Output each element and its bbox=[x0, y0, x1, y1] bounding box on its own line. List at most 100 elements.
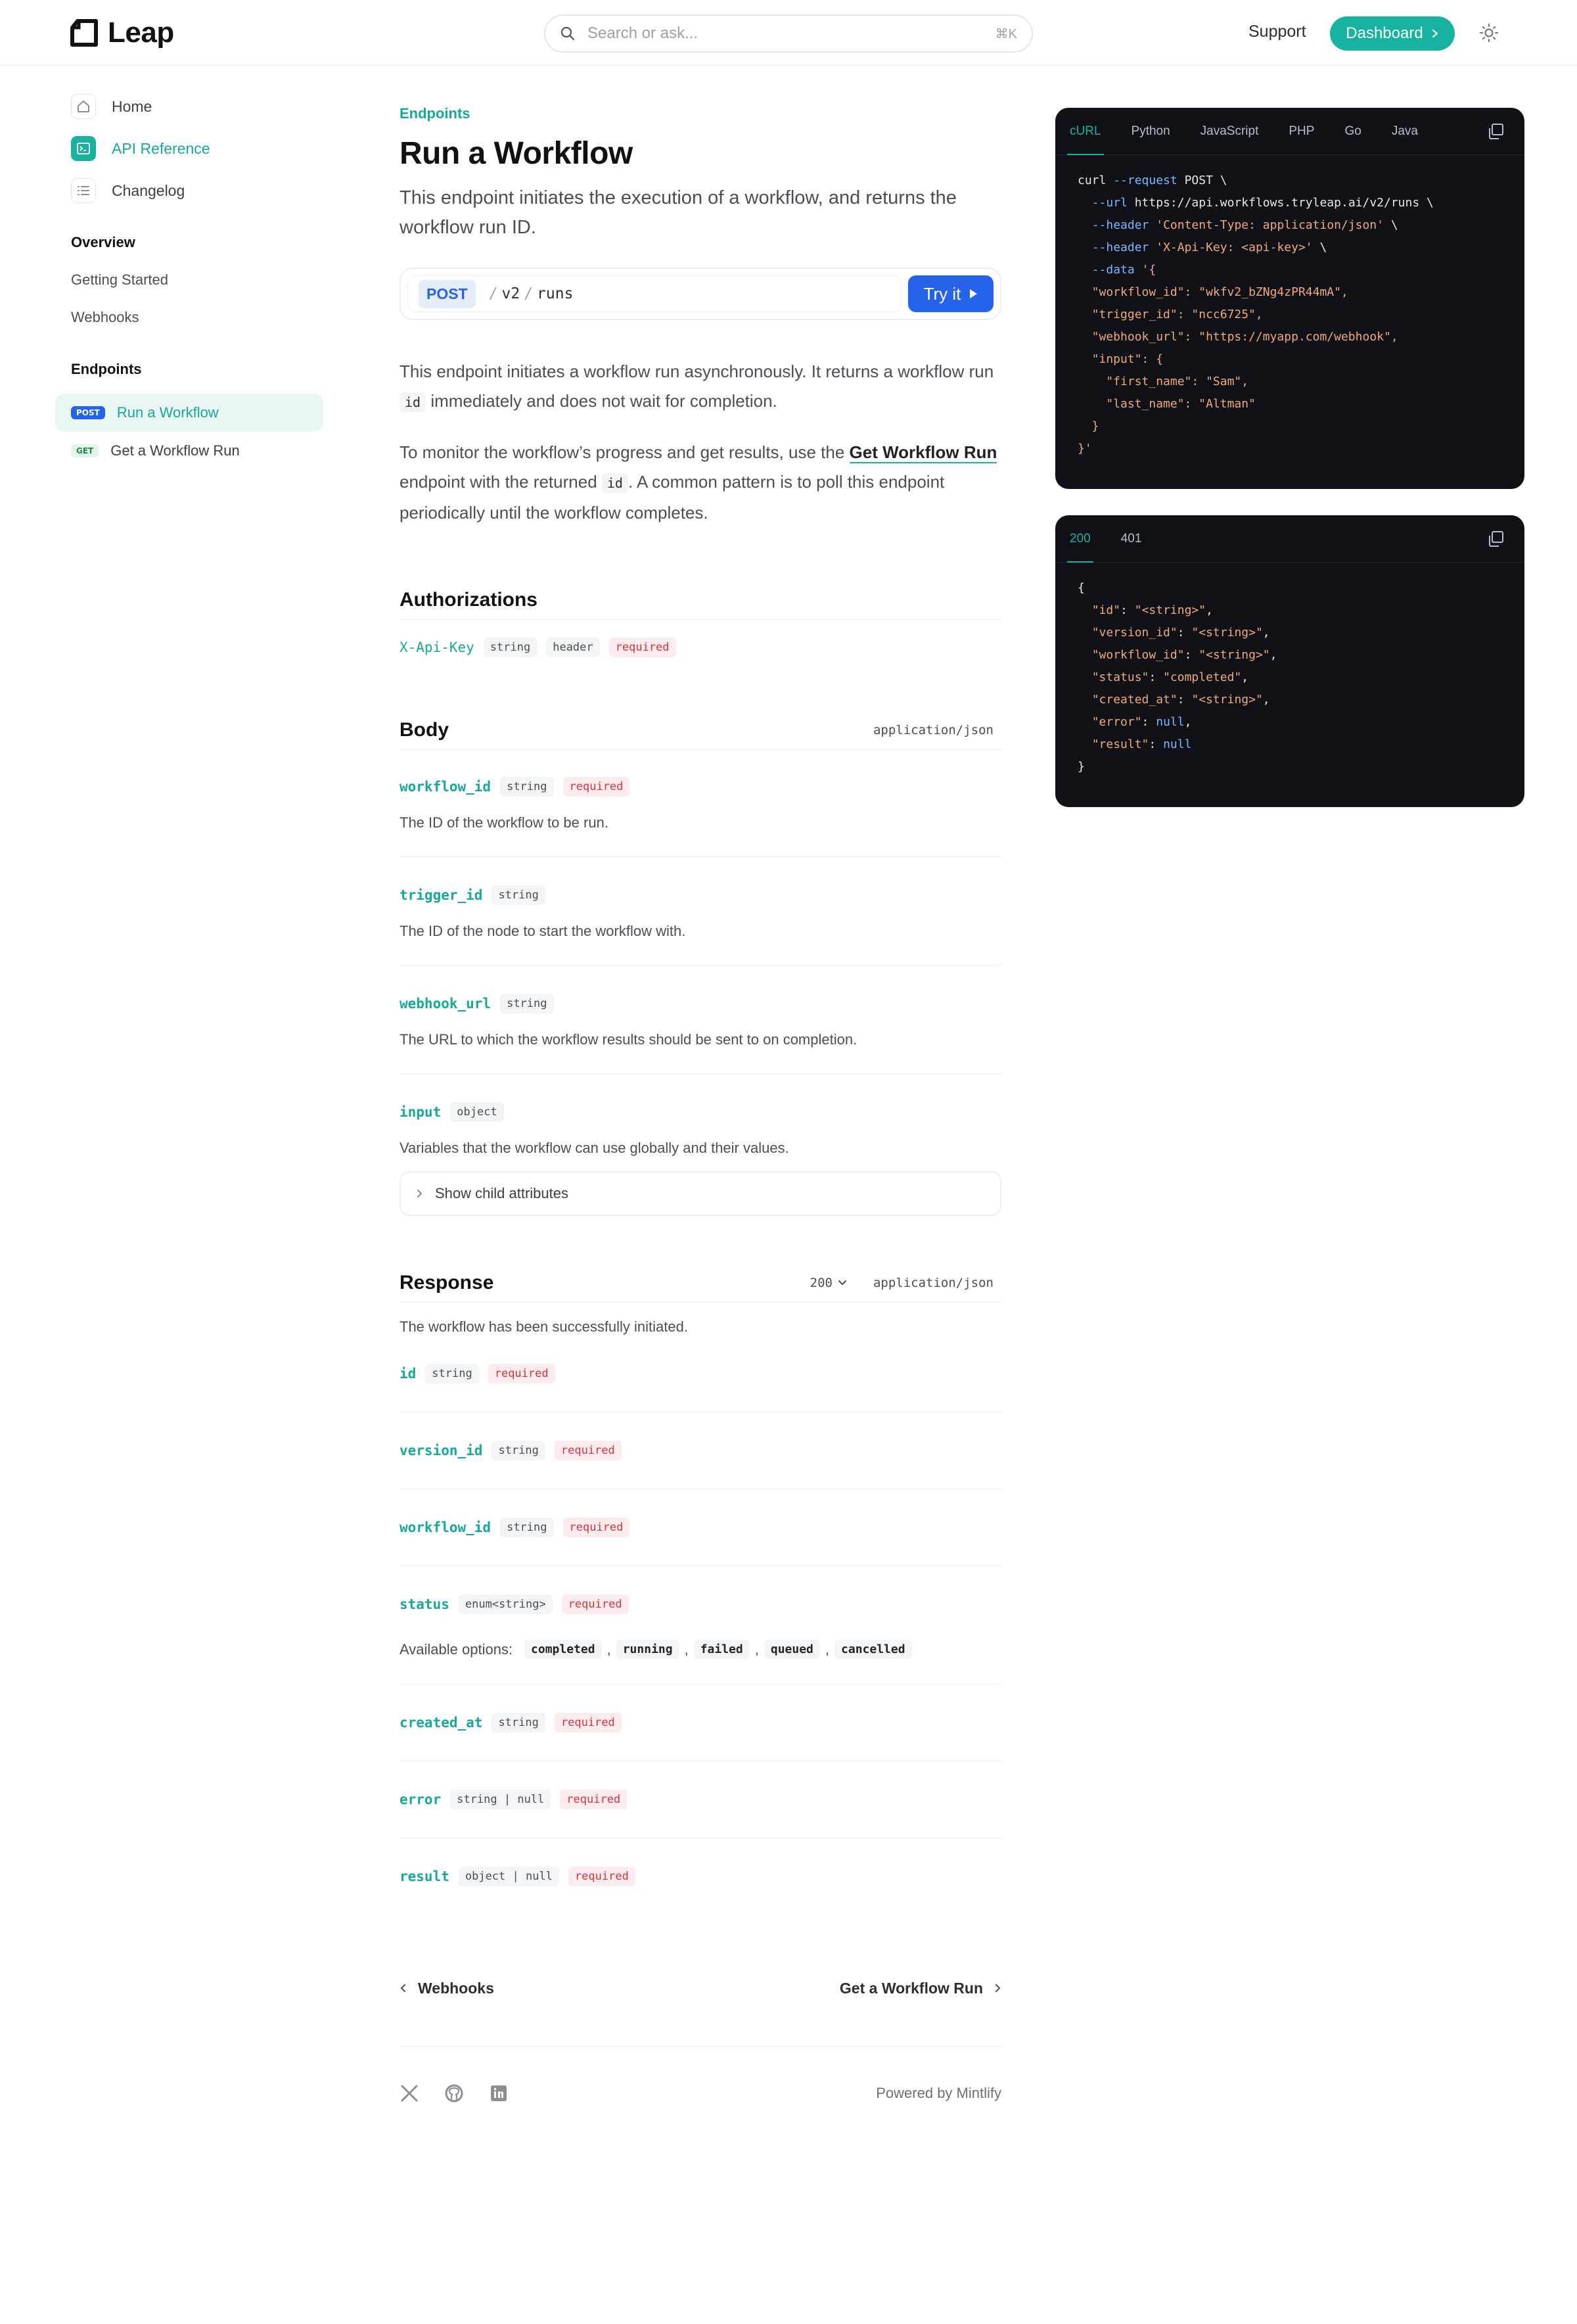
prev-page-link[interactable]: Webhooks bbox=[400, 1980, 494, 1997]
footer: Powered by Mintlify bbox=[400, 2083, 1001, 2103]
response-content-type: application/json bbox=[873, 1275, 994, 1290]
text: immediately and does not wait for comple… bbox=[430, 391, 777, 411]
sun-icon[interactable] bbox=[1478, 22, 1499, 43]
sidebar-item-api-reference[interactable]: API Reference bbox=[55, 134, 323, 163]
response-header: Response 200 application/json bbox=[400, 1270, 1001, 1303]
required-badge: required bbox=[554, 1441, 622, 1460]
x-twitter-icon[interactable] bbox=[400, 2083, 419, 2103]
sidebar-item-home[interactable]: Home bbox=[55, 92, 323, 121]
page-title: Run a Workflow bbox=[400, 136, 633, 171]
next-page-link[interactable]: Get a Workflow Run bbox=[840, 1980, 1001, 1997]
description-paragraph: This endpoint initiates a workflow run a… bbox=[400, 357, 1001, 417]
terminal-icon bbox=[71, 136, 96, 161]
response-meta: 200 application/json bbox=[810, 1276, 1001, 1290]
tab-java[interactable]: Java bbox=[1392, 108, 1418, 155]
tab-200[interactable]: 200 bbox=[1067, 515, 1093, 563]
search-bar[interactable]: Search or ask... ⌘K bbox=[544, 14, 1033, 53]
field-name: status bbox=[400, 1596, 449, 1612]
sidebar-item-label: Get a Workflow Run bbox=[110, 442, 240, 459]
code-line: "input": { bbox=[1078, 352, 1164, 366]
required-badge: required bbox=[562, 777, 630, 797]
code-line: "version_id": "<string>", bbox=[1091, 626, 1270, 639]
option-value: failed bbox=[693, 1640, 750, 1659]
field-type: string bbox=[491, 885, 545, 905]
sidebar-section-endpoints: Endpoints bbox=[71, 361, 142, 377]
code-line: "first_name": "Sam", bbox=[1078, 375, 1249, 388]
inline-code: id bbox=[601, 473, 628, 493]
sidebar-item-webhooks[interactable]: Webhooks bbox=[55, 304, 323, 331]
search-placeholder: Search or ask... bbox=[587, 24, 698, 42]
endpoint-path-box: POST / v2/runs bbox=[407, 275, 902, 312]
status-tabs: 200 401 bbox=[1055, 515, 1524, 563]
list-icon bbox=[71, 178, 96, 203]
divider bbox=[400, 1073, 1001, 1074]
field-type: string bbox=[483, 638, 537, 657]
get-workflow-run-link[interactable]: Get Workflow Run bbox=[849, 442, 997, 463]
github-icon[interactable] bbox=[444, 2083, 464, 2103]
next-page-label: Get a Workflow Run bbox=[839, 1979, 983, 1997]
tab-php[interactable]: PHP bbox=[1289, 108, 1314, 155]
required-badge: required bbox=[568, 1867, 635, 1886]
endpoint-bar: POST / v2/runs Try it bbox=[400, 267, 1001, 320]
tab-javascript[interactable]: JavaScript bbox=[1200, 108, 1259, 155]
code-line: --header 'X-Api-Key: <api-key>' \ bbox=[1091, 241, 1327, 254]
field-type: string bbox=[491, 1713, 545, 1732]
show-child-attributes-button[interactable]: Show child attributes bbox=[400, 1171, 1001, 1216]
field-name: created_at bbox=[400, 1715, 483, 1731]
field-name: id bbox=[400, 1366, 417, 1382]
sidebar-item-changelog[interactable]: Changelog bbox=[55, 176, 323, 205]
logo[interactable]: Leap bbox=[70, 16, 174, 50]
authorizations-header: Authorizations bbox=[400, 587, 1001, 620]
code-line: "error": null, bbox=[1091, 715, 1192, 729]
dashboard-button[interactable]: Dashboard bbox=[1330, 16, 1455, 51]
page-subtitle: This endpoint initiates the execution of… bbox=[400, 187, 957, 238]
field-name: result bbox=[400, 1869, 449, 1884]
field-name: webhook_url bbox=[400, 996, 491, 1011]
response-code-block: { "id": "<string>", "version_id": "<stri… bbox=[1055, 563, 1524, 793]
tab-curl[interactable]: cURL bbox=[1067, 108, 1103, 155]
code-line: } bbox=[1078, 419, 1099, 433]
response-description: The workflow has been successfully initi… bbox=[400, 1318, 688, 1335]
auth-field: X-Api-Key string header required bbox=[400, 634, 1001, 661]
tab-go[interactable]: Go bbox=[1344, 108, 1361, 155]
text: To monitor the workflow’s progress and g… bbox=[400, 442, 845, 462]
required-badge: required bbox=[560, 1790, 628, 1809]
section-title: Authorizations bbox=[400, 588, 537, 611]
support-link[interactable]: Support bbox=[1248, 22, 1306, 41]
request-code-block: curl --request POST \ --url https://api.… bbox=[1055, 155, 1524, 475]
sidebar-item-getting-started[interactable]: Getting Started bbox=[55, 267, 323, 293]
path-segment: v2 bbox=[501, 285, 520, 302]
search-icon bbox=[560, 26, 575, 41]
copy-icon[interactable] bbox=[1486, 122, 1505, 141]
linkedin-icon[interactable] bbox=[489, 2083, 509, 2103]
divider bbox=[400, 856, 1001, 857]
powered-by-mintlify[interactable]: Powered by Mintlify bbox=[876, 2085, 1001, 2102]
method-badge-post: POST bbox=[71, 406, 105, 419]
body-field-workflow-id: workflow_id string required The ID of th… bbox=[400, 774, 1001, 831]
copy-icon[interactable] bbox=[1486, 530, 1505, 548]
tab-401[interactable]: 401 bbox=[1121, 515, 1142, 563]
field-description: Variables that the workflow can use glob… bbox=[400, 1140, 789, 1156]
field-type: string bbox=[491, 1441, 545, 1460]
breadcrumb: Endpoints bbox=[400, 105, 470, 122]
divider bbox=[400, 1684, 1001, 1685]
try-it-button[interactable]: Try it bbox=[908, 275, 994, 312]
body-field-input: input object Variables that the workflow… bbox=[400, 1099, 1001, 1216]
code-line: "webhook_url": "https://myapp.com/webhoo… bbox=[1078, 330, 1398, 344]
sidebar-item-run-a-workflow[interactable]: POST Run a Workflow bbox=[55, 394, 323, 432]
chevron-left-icon bbox=[400, 1984, 405, 1992]
required-badge: required bbox=[608, 638, 676, 657]
leap-logo-icon bbox=[70, 19, 98, 47]
sidebar-item-get-a-workflow-run[interactable]: GET Get a Workflow Run bbox=[55, 432, 323, 470]
path-segment: runs bbox=[537, 285, 574, 302]
field-type: string bbox=[500, 777, 554, 797]
status-code-select[interactable]: 200 bbox=[810, 1276, 847, 1290]
code-line: "result": null bbox=[1091, 737, 1192, 751]
logo-text: Leap bbox=[108, 16, 174, 49]
social-links bbox=[400, 2083, 509, 2103]
tab-python[interactable]: Python bbox=[1131, 108, 1170, 155]
field-name: version_id bbox=[400, 1443, 483, 1458]
code-line: "id": "<string>", bbox=[1091, 603, 1213, 617]
sidebar: Home API Reference Changelog Overview Ge… bbox=[55, 92, 323, 470]
chevron-right-icon bbox=[995, 1984, 1001, 1992]
